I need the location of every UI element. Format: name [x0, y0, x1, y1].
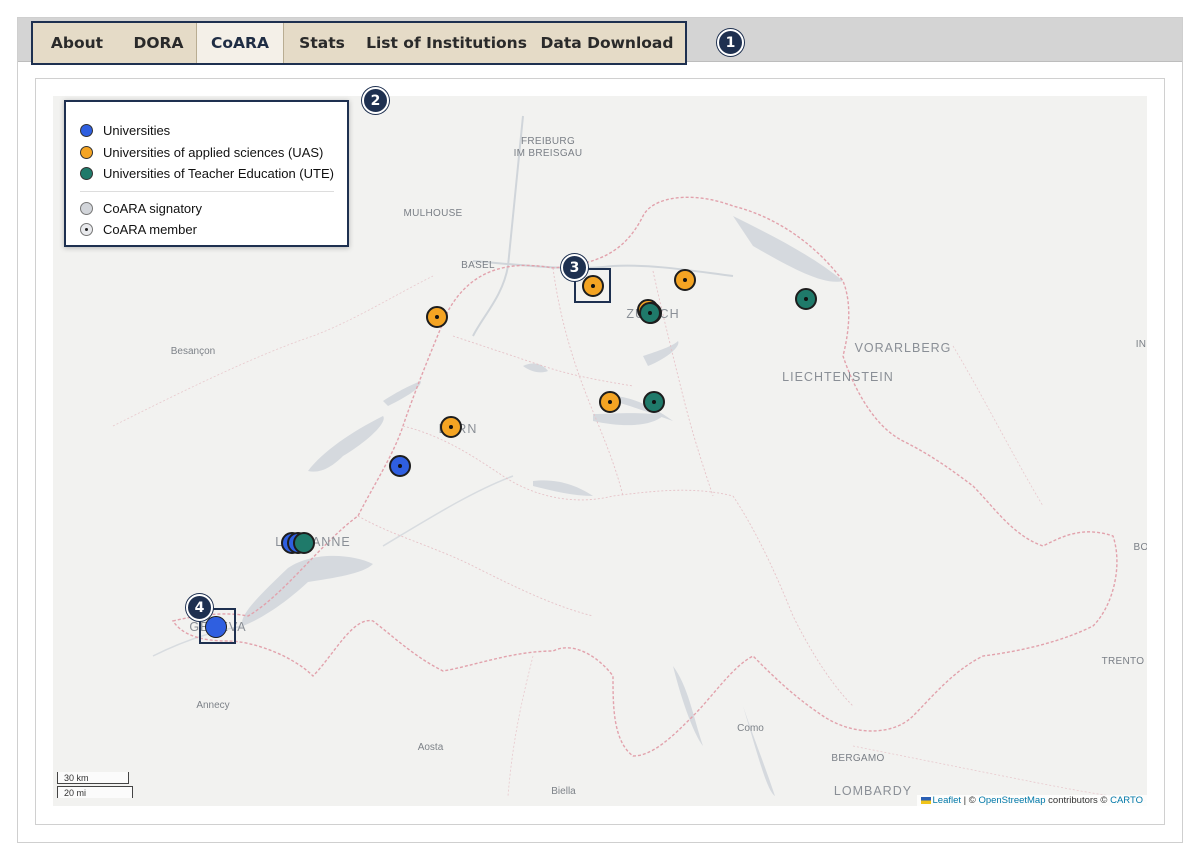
tab-about[interactable]: About	[33, 23, 121, 63]
map-label-annecy: Annecy	[196, 700, 230, 711]
callout-badge-3: 3	[561, 254, 588, 281]
ukraine-flag-icon	[920, 796, 931, 804]
member-dot	[683, 278, 687, 282]
legend-item-member: CoARA member	[80, 222, 197, 237]
map-label-trento: TRENTO	[1101, 656, 1145, 667]
legend-item-signatory: CoARA signatory	[80, 201, 202, 216]
tab-bar: About DORA CoARA Stats List of Instituti…	[18, 18, 1182, 65]
circle-icon	[80, 146, 93, 159]
tab-coara[interactable]: CoARA	[196, 23, 284, 63]
marker-ute-signatory[interactable]	[293, 532, 315, 554]
osm-link[interactable]: OpenStreetMap	[978, 795, 1045, 806]
map-label-vorarlberg: VORARLBERG	[854, 341, 952, 355]
marker-ute-member[interactable]	[643, 391, 665, 413]
circle-icon	[80, 202, 93, 215]
marker-university-member[interactable]	[389, 455, 411, 477]
map-attribution: Leaflet | © OpenStreetMap contributors ©…	[916, 795, 1147, 806]
legend-label: CoARA signatory	[103, 201, 202, 216]
map-label-freiburg: FREIBURG IM BREISGAU	[513, 136, 583, 159]
map-label-edge-in: IN	[1135, 339, 1147, 350]
member-dot	[804, 297, 808, 301]
map-label-aosta: Aosta	[417, 742, 444, 753]
legend-label: Universities of Teacher Education (UTE)	[103, 166, 334, 181]
marker-uas-member[interactable]	[426, 306, 448, 328]
legend-label: Universities	[103, 123, 171, 138]
map-label-biella: Biella	[551, 786, 576, 797]
marker-uas-member[interactable]	[440, 416, 462, 438]
tab-dora[interactable]: DORA	[121, 23, 196, 63]
map-label-lombardy: LOMBARDY	[833, 784, 913, 798]
map-label-liechtenstein: LIECHTENSTEIN	[782, 370, 894, 384]
map-label-bergamo: BERGAMO	[831, 753, 885, 764]
legend-item-ute: Universities of Teacher Education (UTE)	[80, 166, 334, 181]
callout-badge-4: 4	[186, 594, 213, 621]
map-label-besancon: Besançon	[170, 346, 216, 357]
legend-item-uas: Universities of applied sciences (UAS)	[80, 145, 323, 160]
callout-badge-1: 1	[717, 29, 744, 56]
map-label-mulhouse: MULHOUSE	[403, 208, 463, 219]
member-dot	[398, 464, 402, 468]
map-label-basel: BASEL	[461, 260, 495, 271]
tab-list: About DORA CoARA Stats List of Instituti…	[31, 21, 687, 65]
scale-mi: 20 mi	[57, 786, 133, 798]
marker-ute-member[interactable]	[639, 302, 661, 324]
legend-label: CoARA member	[103, 222, 197, 237]
circle-icon	[80, 167, 93, 180]
marker-uas-member[interactable]	[599, 391, 621, 413]
map-label-edge-bo: BO	[1133, 542, 1147, 553]
map-legend: Universities Universities of applied sci…	[64, 100, 349, 247]
tab-data-download[interactable]: Data Download	[533, 23, 681, 63]
circle-icon	[80, 124, 93, 137]
member-dot	[608, 400, 612, 404]
attribution-text: contributors ©	[1045, 795, 1111, 806]
legend-divider	[80, 191, 334, 192]
map-label-como: Como	[737, 723, 764, 734]
member-dot	[435, 315, 439, 319]
carto-link[interactable]: CARTO	[1110, 795, 1143, 806]
attribution-separator: | ©	[961, 795, 979, 806]
leaflet-link[interactable]: Leaflet	[933, 795, 962, 806]
member-dot	[652, 400, 656, 404]
tab-stats[interactable]: Stats	[284, 23, 360, 63]
legend-label: Universities of applied sciences (UAS)	[103, 145, 324, 160]
member-dot	[648, 311, 652, 315]
marker-ute-member[interactable]	[795, 288, 817, 310]
dotted-circle-icon	[80, 223, 93, 236]
legend-item-universities: Universities	[80, 123, 170, 138]
callout-badge-2: 2	[362, 87, 389, 114]
scale-km: 30 km	[57, 772, 129, 784]
map-scale: 30 km 20 mi	[57, 772, 133, 798]
tab-list-of-institutions[interactable]: List of Institutions	[360, 23, 533, 63]
marker-uas-member[interactable]	[674, 269, 696, 291]
member-dot	[449, 425, 453, 429]
